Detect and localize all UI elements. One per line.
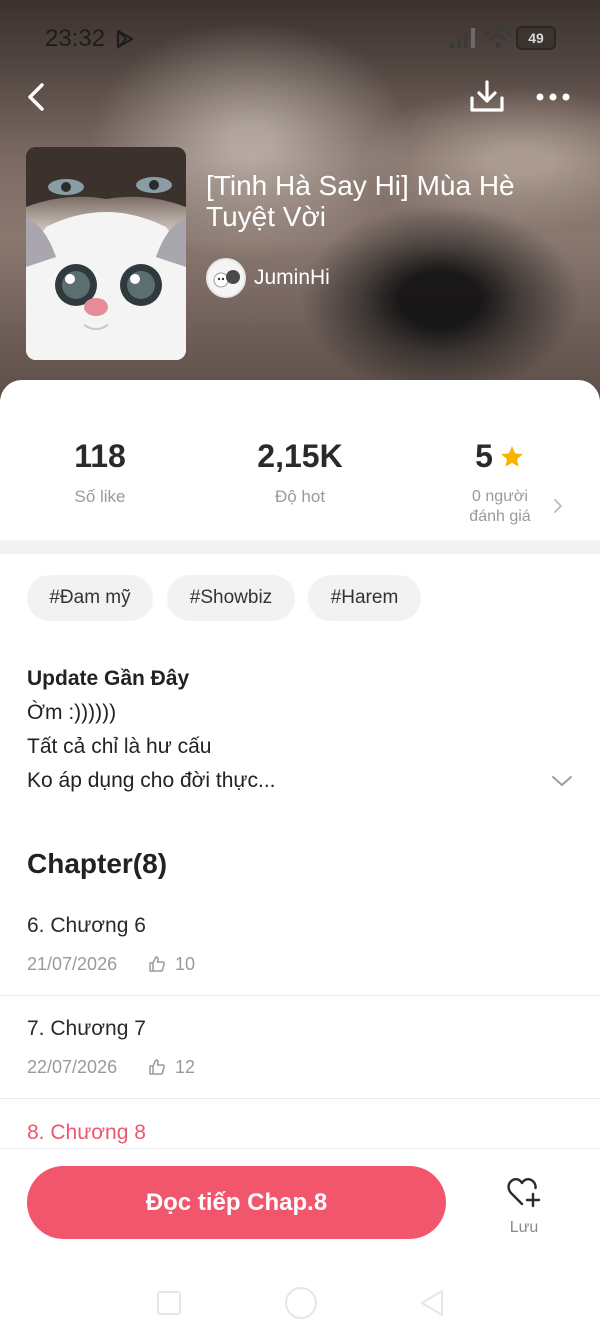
chapter-heading: Chapter(8) [27,848,168,879]
download-icon[interactable] [468,78,506,116]
update-line: Ờm :)))))) [27,701,117,724]
tag-chip[interactable]: #Showbiz [167,575,295,621]
save-label[interactable]: Lưu [496,1219,552,1237]
chapter-date: 21/07/2026 [27,954,118,974]
hot-value: 2,15K [257,438,343,474]
continue-reading-button[interactable]: Đọc tiếp Chap.8 [27,1166,446,1239]
system-back-icon[interactable] [420,1289,446,1317]
avatar-illustration [208,260,244,296]
rating-value: 5 [475,438,493,474]
thumbs-up-icon [149,956,165,972]
likes-value: 118 [74,438,126,474]
back-icon[interactable] [22,80,52,114]
play-store-icon [116,29,134,49]
heart-add-icon[interactable] [506,1175,542,1209]
stat-rating[interactable]: 5 0 người đánh giá [440,438,560,527]
update-title: Update Gần Đây [27,667,190,690]
rating-count-label: 0 người [472,488,528,505]
detail-sheet: 118 Số like 2,15K Độ hot 5 0 người đánh … [0,380,600,1333]
thumbs-up-icon [149,1059,165,1075]
battery-indicator: 49 [516,26,556,50]
recent-apps-icon[interactable] [157,1291,181,1315]
battery-level: 49 [528,30,544,46]
author-name[interactable]: JuminHi [254,266,330,290]
likes-label: Số like [74,487,126,506]
chapter-divider [0,1098,600,1099]
system-nav-bar [0,1277,600,1333]
chapter-title-current: 8. Chương 8 [27,1121,146,1144]
chevron-right-icon[interactable] [552,498,564,514]
chevron-down-icon[interactable] [551,774,573,788]
stat-hot: 2,15K Độ hot [230,438,370,507]
section-divider [0,540,600,554]
update-line: Tất cả chỉ là hư cấu [27,735,212,758]
signal-icon [450,28,475,48]
tag-chip[interactable]: #Đam mỹ [27,575,153,621]
book-cover[interactable] [26,147,186,360]
tag-chip[interactable]: #Harem [308,575,421,621]
update-line: Ko áp dụng cho đời thực... [27,769,276,792]
cover-illustration [26,147,186,360]
chapter-title: 7. Chương 7 [27,1017,146,1040]
hot-label: Độ hot [274,487,326,506]
chapter-date: 22/07/2026 [27,1057,118,1077]
stat-likes: 118 Số like [40,438,160,507]
more-icon[interactable] [535,86,571,108]
chapter-like-count: 10 [175,954,196,974]
chapter-like-count: 12 [175,1057,196,1077]
status-bar: 23:32 49 [0,0,600,76]
chapter-title: 6. Chương 6 [27,914,146,937]
wifi-icon [484,28,512,48]
star-icon [501,445,523,467]
author-avatar[interactable] [206,258,246,298]
home-icon[interactable] [285,1287,317,1319]
status-time: 23:32 [45,25,106,52]
book-title: [Tinh Hà Say Hi] Mùa Hè Tuyệt Vời [206,170,515,232]
chapter-divider [0,995,600,996]
rating-text-label: đánh giá [469,508,531,525]
bottom-action-bar: Đọc tiếp Chap.8 Lưu [0,1148,600,1333]
